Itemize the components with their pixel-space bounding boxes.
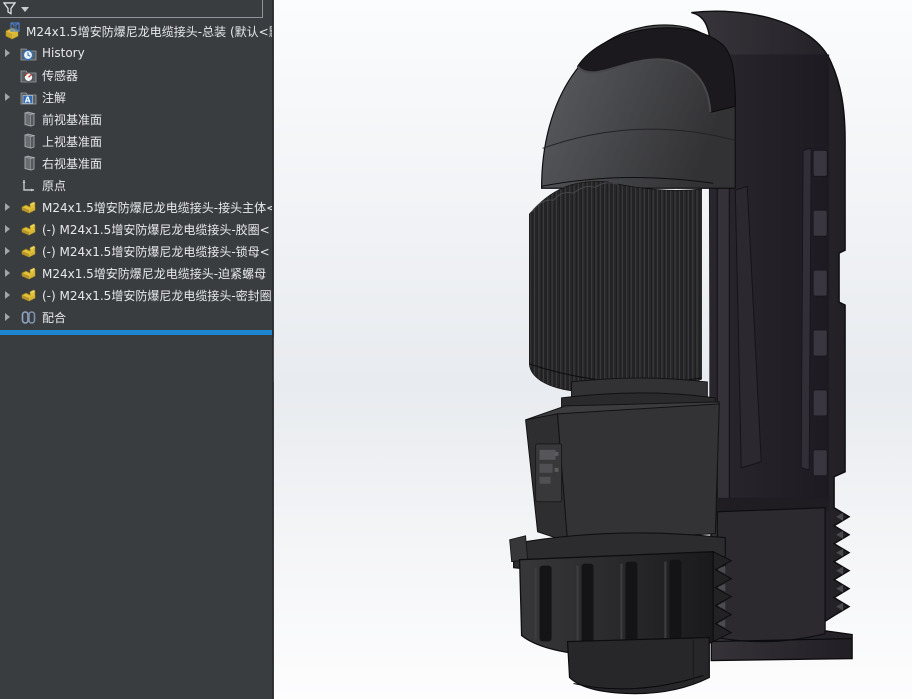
tree-item-label: (-) M24x1.5增安防爆尼龙电缆接头-密封圈 xyxy=(42,288,272,303)
feature-tree-panel: M24x1.5增安防爆尼龙电缆接头-总装 (默认<默 History 传感器 A… xyxy=(0,0,273,699)
plane-icon xyxy=(24,155,36,171)
part-icon xyxy=(21,267,36,279)
part-icon xyxy=(21,245,36,257)
tree-item-sensors[interactable]: 传感器 xyxy=(0,64,272,86)
tree-item-assembly-root[interactable]: M24x1.5增安防爆尼龙电缆接头-总装 (默认<默 xyxy=(0,20,272,42)
tree-item-label: History xyxy=(42,46,85,60)
annotations-folder-icon: A xyxy=(20,92,37,104)
tree-item-label: M24x1.5增安防爆尼龙电缆接头-接头主体< xyxy=(42,200,272,215)
tree-item-top-plane[interactable]: 上视基准面 xyxy=(0,130,272,152)
part-icon xyxy=(21,223,36,235)
tree-item-label: M24x1.5增安防爆尼龙电缆接头-迫紧螺母 xyxy=(42,266,267,281)
tree-item-label: (-) M24x1.5增安防爆尼龙电缆接头-胶圈< xyxy=(42,222,270,237)
assembly-icon xyxy=(5,21,20,39)
tree-item-label: 注解 xyxy=(42,90,67,105)
expand-arrow-icon[interactable] xyxy=(5,247,10,255)
plane-icon xyxy=(24,133,36,149)
graphics-viewport[interactable] xyxy=(274,0,912,699)
sensors-folder-icon xyxy=(20,70,37,82)
history-folder-icon xyxy=(20,48,37,60)
expand-arrow-icon[interactable] xyxy=(5,49,10,57)
plane-icon xyxy=(24,111,36,127)
tree-item-label: (-) M24x1.5增安防爆尼龙电缆接头-锁母< xyxy=(42,244,270,259)
tree-item-label: 前视基准面 xyxy=(42,112,103,127)
expand-arrow-icon[interactable] xyxy=(5,93,10,101)
tree-item-part-seal-ring[interactable]: (-) M24x1.5增安防爆尼龙电缆接头-密封圈 xyxy=(0,284,272,306)
model-3d[interactable] xyxy=(274,0,912,699)
tree-item-label: 右视基准面 xyxy=(42,156,103,171)
svg-text:A: A xyxy=(25,95,31,104)
expand-arrow-icon[interactable] xyxy=(5,313,10,321)
expand-arrow-icon[interactable] xyxy=(5,291,10,299)
tree-item-front-plane[interactable]: 前视基准面 xyxy=(0,108,272,130)
part-icon xyxy=(21,201,36,213)
tree-item-label: 原点 xyxy=(42,178,67,193)
part-icon xyxy=(21,289,36,301)
tree-item-label: 传感器 xyxy=(42,68,79,83)
expand-arrow-icon[interactable] xyxy=(5,269,10,277)
tree-item-mates[interactable]: 配合 xyxy=(0,306,272,328)
feature-tree: M24x1.5增安防爆尼龙电缆接头-总装 (默认<默 History 传感器 A… xyxy=(0,18,272,335)
mates-icon xyxy=(21,310,36,324)
tree-item-annotations[interactable]: A 注解 xyxy=(0,86,272,108)
rollback-bar[interactable] xyxy=(0,330,272,335)
tree-item-part-body[interactable]: M24x1.5增安防爆尼龙电缆接头-接头主体< xyxy=(0,196,272,218)
expand-arrow-icon[interactable] xyxy=(5,225,10,233)
origin-icon xyxy=(22,179,34,191)
expand-arrow-icon[interactable] xyxy=(5,203,10,211)
tree-item-origin[interactable]: 原点 xyxy=(0,174,272,196)
tree-item-label: M24x1.5增安防爆尼龙电缆接头-总装 (默认<默 xyxy=(26,24,272,39)
tree-item-part-rubber-ring[interactable]: (-) M24x1.5增安防爆尼龙电缆接头-胶圈< xyxy=(0,218,272,240)
tree-item-history[interactable]: History xyxy=(0,42,272,64)
tree-item-right-plane[interactable]: 右视基准面 xyxy=(0,152,272,174)
tree-item-part-compression-nut[interactable]: M24x1.5增安防爆尼龙电缆接头-迫紧螺母 xyxy=(0,262,272,284)
tree-item-label: 上视基准面 xyxy=(42,134,103,149)
embossed-marking xyxy=(535,443,563,503)
solidworks-window: M24x1.5增安防爆尼龙电缆接头-总装 (默认<默 History 传感器 A… xyxy=(0,0,912,699)
chevron-down-icon[interactable] xyxy=(21,7,29,12)
tree-filter-bar[interactable] xyxy=(0,0,263,18)
funnel-icon xyxy=(3,2,16,15)
tree-item-part-lock-nut[interactable]: (-) M24x1.5增安防爆尼龙电缆接头-锁母< xyxy=(0,240,272,262)
tree-item-label: 配合 xyxy=(42,310,67,325)
